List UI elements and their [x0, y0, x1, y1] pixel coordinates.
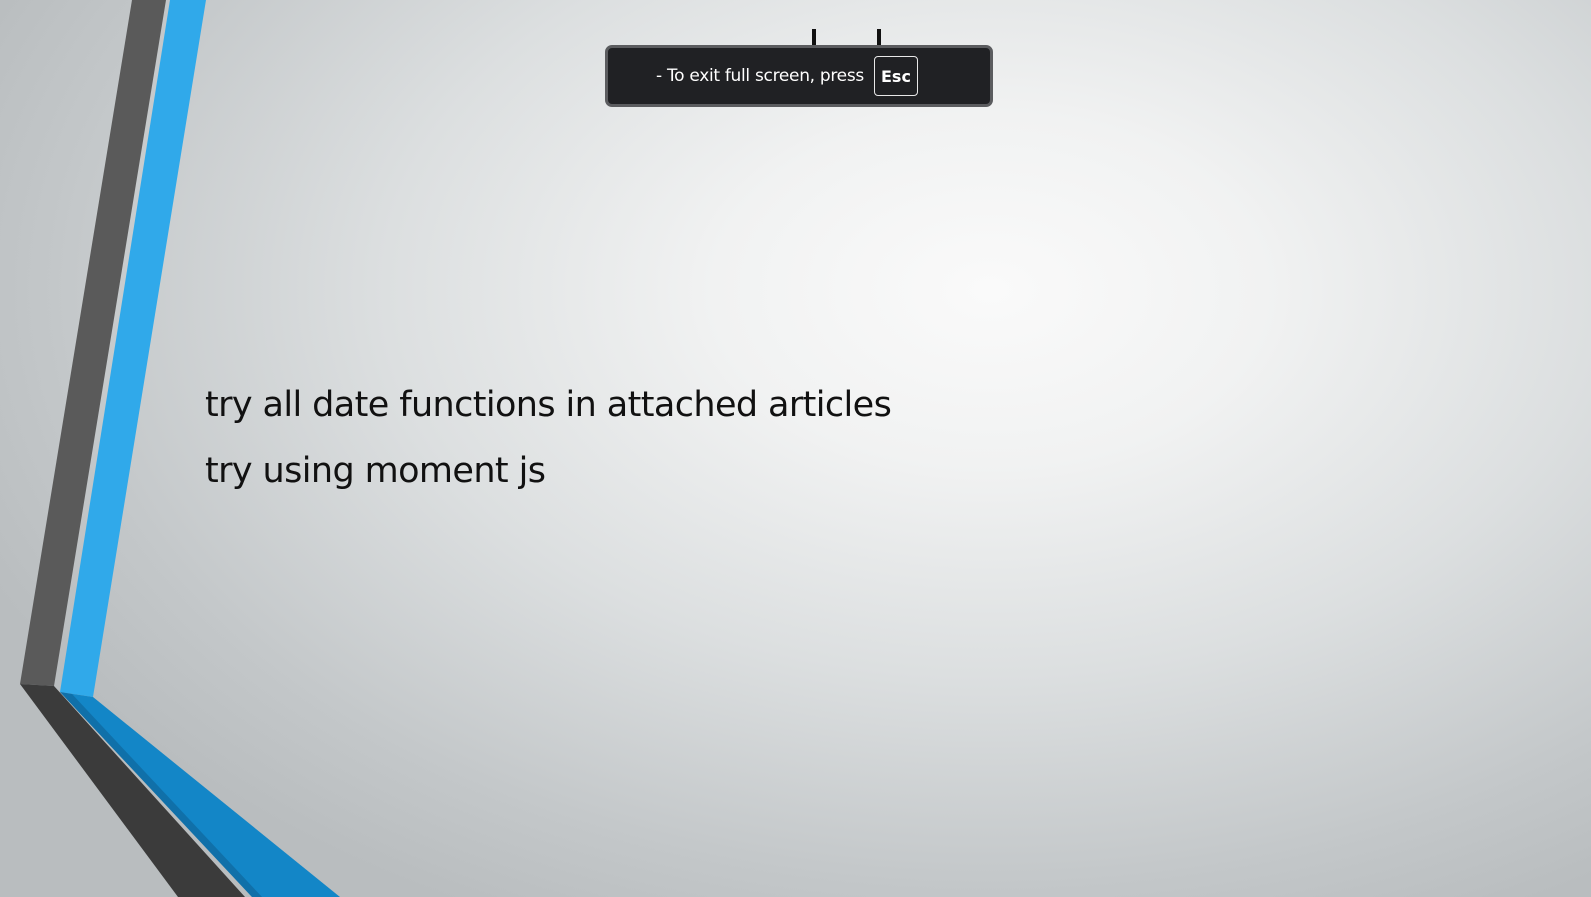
esc-key-badge: Esc	[873, 56, 918, 96]
fullscreen-exit-notice: - To exit full screen, press Esc	[605, 45, 993, 107]
fullscreen-notice-message: - To exit full screen, press	[656, 66, 864, 86]
presentation-slide: try all date functions in attached artic…	[0, 0, 1591, 897]
slide-decoration	[20, 0, 340, 897]
dark-stripe	[20, 684, 245, 897]
slide-text-line-1: try all date functions in attached artic…	[205, 385, 892, 425]
slide-text-line-2: try using moment js	[205, 451, 546, 491]
